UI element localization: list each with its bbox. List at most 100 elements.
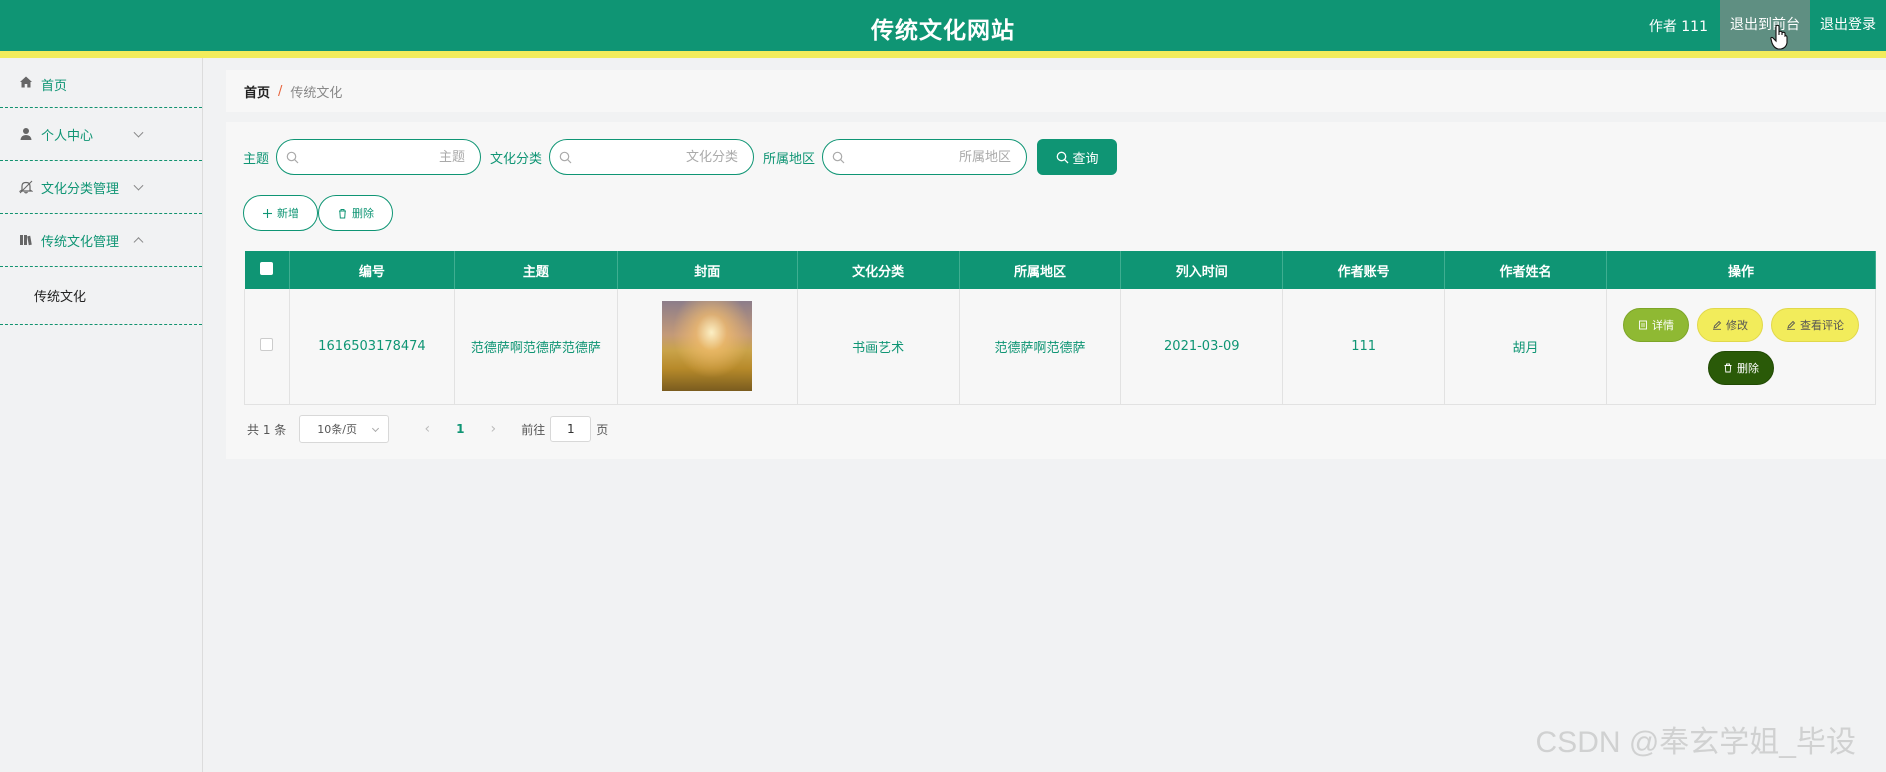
hand-cursor-icon — [1770, 24, 1788, 50]
edit-icon — [1786, 320, 1796, 330]
region-label: 所属地区 — [763, 151, 816, 167]
region-search-box — [822, 139, 1028, 175]
theme-label: 主题 — [243, 151, 270, 167]
watermark: CSDN @奉玄学姐_毕设 — [1535, 726, 1856, 759]
cell-id: 1616503178474 — [289, 289, 455, 405]
theme-search-input[interactable] — [305, 140, 466, 174]
document-icon — [1639, 320, 1647, 330]
edit-button-label: 修改 — [1725, 318, 1748, 332]
goto-suffix: 页 — [596, 422, 609, 437]
category-label: 文化分类 — [490, 151, 543, 167]
column-header: 编号 — [289, 251, 455, 289]
user-icon — [20, 128, 32, 140]
sidebar-item-category-management[interactable]: 文化分类管理 — [0, 161, 202, 214]
row-checkbox[interactable] — [260, 337, 274, 351]
cell-theme: 范德萨啊范德萨范德萨 — [454, 289, 618, 405]
breadcrumb: 首页 / 传统文化 — [226, 70, 1886, 112]
trash-icon — [1724, 363, 1732, 373]
cell-account: 111 — [1282, 289, 1446, 405]
category-search-box — [549, 139, 755, 175]
bulk-delete-button[interactable]: 删除 — [318, 195, 393, 231]
add-button[interactable]: 新增 — [243, 195, 318, 231]
search-icon — [286, 151, 299, 164]
cell-date: 2021-03-09 — [1120, 289, 1284, 405]
row-delete-button-label: 删除 — [1736, 361, 1759, 375]
sidebar-item-label: 传统文化管理 — [41, 234, 120, 250]
search-icon — [832, 151, 845, 164]
sidebar-subitem-traditional-culture[interactable]: 传统文化 — [0, 267, 202, 325]
category-search-input[interactable] — [578, 140, 739, 174]
search-form: 主题 文化分类 所属地区 — [243, 139, 1118, 175]
goto-page-input[interactable] — [550, 416, 592, 442]
action-toolbar: 新增 删除 — [243, 195, 393, 231]
breadcrumb-current: 传统文化 — [290, 85, 343, 101]
column-header: 操作 — [1606, 251, 1877, 289]
row-select-cell — [244, 289, 290, 405]
view-comments-button-label: 查看评论 — [1799, 318, 1844, 332]
trash-icon — [339, 208, 346, 218]
goto-label: 前往 — [521, 422, 546, 437]
cell-operations: 详情 修改 查看评论 删除 — [1606, 289, 1877, 405]
cell-region: 范德萨啊范德萨 — [959, 289, 1122, 405]
sidebar-item-home[interactable]: 首页 — [0, 58, 202, 108]
row-actions: 详情 修改 查看评论 删除 — [1621, 307, 1861, 385]
detail-button-label: 详情 — [1651, 318, 1674, 332]
content-panel: 主题 文化分类 所属地区 — [226, 122, 1886, 459]
sidebar-item-label: 个人中心 — [41, 128, 94, 144]
chevron-down-icon — [133, 127, 144, 138]
table-row: 1616503178474 范德萨啊范德萨范德萨 书画艺术 范德萨啊范德萨 20… — [244, 289, 1877, 405]
sidebar-item-personal-center[interactable]: 个人中心 — [0, 108, 202, 161]
page-size-select[interactable]: 10条/页 — [299, 415, 390, 443]
search-icon — [559, 151, 572, 164]
header-actions: 作者 111 退出到前台 退出登录 — [1637, 0, 1886, 51]
chevron-down-icon — [133, 180, 144, 191]
top-header: 传统文化网站 作者 111 退出到前台 退出登录 — [0, 0, 1886, 58]
pagination: 共 1 条 10条/页 ‹ 1 › 前往 页 — [247, 415, 608, 443]
select-all-cell — [244, 251, 290, 289]
region-search-input[interactable] — [851, 140, 1012, 174]
cell-category: 书画艺术 — [797, 289, 960, 405]
sidebar-item-culture-management[interactable]: 传统文化管理 — [0, 214, 202, 267]
sidebar: 首页 个人中心 文化分类管理 传统文化管理 传统文化 — [0, 58, 203, 772]
view-comments-button[interactable]: 查看评论 — [1770, 307, 1859, 342]
culture-table: 编号 主题 封面 文化分类 所属地区 列入时间 作者账号 作者姓名 操作 161… — [244, 251, 1877, 405]
sidebar-item-label: 文化分类管理 — [41, 181, 120, 197]
theme-search-box — [276, 139, 482, 175]
logout-button[interactable]: 退出登录 — [1810, 0, 1886, 51]
table-header-row: 编号 主题 封面 文化分类 所属地区 列入时间 作者账号 作者姓名 操作 — [244, 251, 1877, 289]
author-label: 作者 111 — [1648, 18, 1708, 35]
edit-icon — [1712, 320, 1722, 330]
chevron-up-icon — [133, 237, 144, 248]
chevron-down-icon — [372, 424, 380, 433]
breadcrumb-home[interactable]: 首页 — [244, 82, 270, 101]
sidebar-item-label: 首页 — [41, 79, 68, 94]
select-all-checkbox[interactable] — [260, 261, 274, 275]
back-to-front-button[interactable]: 退出到前台 — [1720, 0, 1810, 51]
column-header: 作者账号 — [1282, 251, 1446, 289]
edit-button[interactable]: 修改 — [1696, 307, 1763, 342]
page-size-value: 10条/页 — [317, 423, 357, 436]
column-header: 主题 — [454, 251, 618, 289]
bell-icon — [19, 180, 33, 194]
cover-image[interactable] — [662, 301, 753, 392]
plus-icon — [263, 208, 272, 218]
site-title: 传统文化网站 — [871, 18, 1015, 44]
column-header: 作者姓名 — [1444, 251, 1607, 289]
next-page-button[interactable]: › — [475, 421, 511, 437]
prev-page-button[interactable]: ‹ — [409, 421, 445, 437]
detail-button[interactable]: 详情 — [1622, 307, 1689, 342]
header-accent-strip — [0, 51, 1886, 58]
total-count: 共 1 条 — [247, 422, 287, 437]
bulk-delete-button-label: 删除 — [352, 207, 374, 220]
home-icon — [20, 76, 32, 88]
column-header: 所属地区 — [959, 251, 1122, 289]
book-icon — [20, 235, 32, 246]
row-delete-button[interactable]: 删除 — [1707, 350, 1774, 385]
query-button[interactable]: 查询 — [1037, 139, 1118, 175]
query-button-label: 查询 — [1072, 150, 1099, 166]
cell-cover — [617, 289, 798, 405]
page-number-current[interactable]: 1 — [445, 422, 475, 436]
column-header: 文化分类 — [797, 251, 960, 289]
column-header: 列入时间 — [1120, 251, 1284, 289]
search-icon — [1056, 151, 1068, 163]
